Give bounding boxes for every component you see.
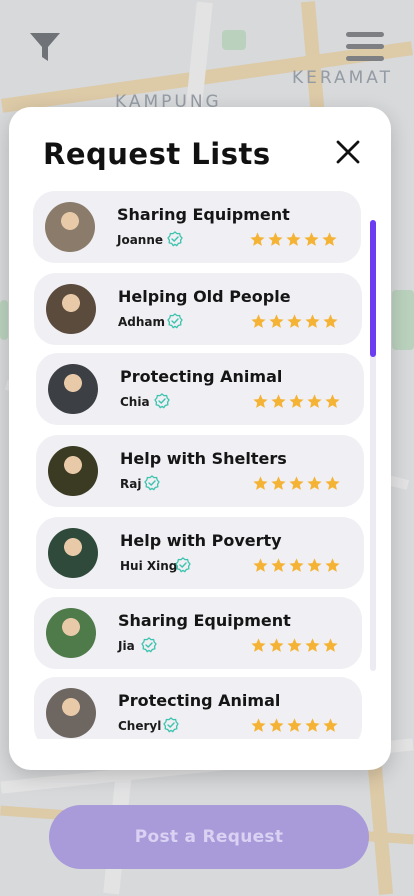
star-icon xyxy=(269,638,284,652)
star-icon xyxy=(271,476,286,490)
scrollbar-thumb[interactable] xyxy=(370,220,376,357)
star-icon xyxy=(322,232,337,246)
hamburger-menu-icon[interactable] xyxy=(346,32,384,62)
request-title: Sharing Equipment xyxy=(117,205,290,224)
request-title: Protecting Animal xyxy=(120,367,283,386)
rating-stars xyxy=(252,557,341,574)
requester-name: Joanne xyxy=(117,233,164,247)
request-card[interactable]: Helping Old People Adham xyxy=(34,273,362,345)
star-icon xyxy=(271,558,286,572)
avatar xyxy=(48,364,98,414)
avatar xyxy=(45,202,95,252)
star-icon xyxy=(251,718,266,732)
star-icon xyxy=(305,718,320,732)
rating-stars xyxy=(250,313,339,330)
request-card[interactable]: Protecting Animal Cheryl xyxy=(34,677,362,739)
request-card[interactable]: Sharing Equipment Jia xyxy=(34,597,362,669)
verified-badge-icon xyxy=(163,717,179,733)
star-icon xyxy=(271,394,286,408)
request-title: Help with Poverty xyxy=(120,531,282,550)
star-icon xyxy=(289,476,304,490)
scrollbar-track[interactable] xyxy=(370,220,376,671)
star-icon xyxy=(253,558,268,572)
request-list[interactable]: Sharing Equipment Joanne Helping Old Peopl… xyxy=(32,191,372,739)
star-icon xyxy=(289,394,304,408)
avatar xyxy=(46,284,96,334)
star-icon xyxy=(287,638,302,652)
request-card[interactable]: Protecting Animal Chia xyxy=(36,353,364,425)
request-title: Helping Old People xyxy=(118,287,291,306)
rating-stars xyxy=(250,717,339,734)
star-icon xyxy=(250,232,265,246)
star-icon xyxy=(253,394,268,408)
rating-stars xyxy=(252,475,341,492)
requester-name: Adham xyxy=(118,315,166,329)
verified-badge-icon xyxy=(167,313,183,329)
filter-icon[interactable] xyxy=(28,30,62,64)
modal-title: Request Lists xyxy=(43,137,271,171)
avatar xyxy=(46,688,96,738)
star-icon xyxy=(323,718,338,732)
close-icon[interactable] xyxy=(333,137,363,167)
request-card[interactable]: Help with Poverty Hui Xing xyxy=(36,517,364,589)
star-icon xyxy=(304,232,319,246)
star-icon xyxy=(307,476,322,490)
star-icon xyxy=(305,638,320,652)
star-icon xyxy=(325,558,340,572)
rating-stars xyxy=(250,637,339,654)
requester-name: Hui Xing xyxy=(120,559,178,573)
verified-badge-icon xyxy=(167,231,183,247)
requester-name: Jia xyxy=(118,639,135,653)
star-icon xyxy=(286,232,301,246)
avatar xyxy=(46,608,96,658)
verified-badge-icon xyxy=(144,475,160,491)
star-icon xyxy=(307,394,322,408)
avatar xyxy=(48,446,98,496)
star-icon xyxy=(251,638,266,652)
star-icon xyxy=(287,718,302,732)
requester-name: Cheryl xyxy=(118,719,162,733)
verified-badge-icon xyxy=(175,557,191,573)
star-icon xyxy=(325,476,340,490)
post-request-button[interactable]: Post a Request xyxy=(49,805,369,869)
verified-badge-icon xyxy=(154,393,170,409)
request-title: Help with Shelters xyxy=(120,449,287,468)
request-title: Protecting Animal xyxy=(118,691,281,710)
star-icon xyxy=(269,718,284,732)
requester-name: Raj xyxy=(120,477,142,491)
star-icon xyxy=(251,314,266,328)
rating-stars xyxy=(252,393,341,410)
star-icon xyxy=(325,394,340,408)
requester-name: Chia xyxy=(120,395,150,409)
star-icon xyxy=(323,638,338,652)
star-icon xyxy=(269,314,284,328)
star-icon xyxy=(253,476,268,490)
star-icon xyxy=(268,232,283,246)
star-icon xyxy=(287,314,302,328)
request-title: Sharing Equipment xyxy=(118,611,291,630)
star-icon xyxy=(289,558,304,572)
star-icon xyxy=(307,558,322,572)
star-icon xyxy=(305,314,320,328)
request-list-modal: Request Lists Sharing Equipment Joanne Hel… xyxy=(9,107,391,770)
rating-stars xyxy=(249,231,338,248)
request-card[interactable]: Help with Shelters Raj xyxy=(36,435,364,507)
request-card[interactable]: Sharing Equipment Joanne xyxy=(33,191,361,263)
verified-badge-icon xyxy=(141,637,157,653)
star-icon xyxy=(323,314,338,328)
avatar xyxy=(48,528,98,578)
